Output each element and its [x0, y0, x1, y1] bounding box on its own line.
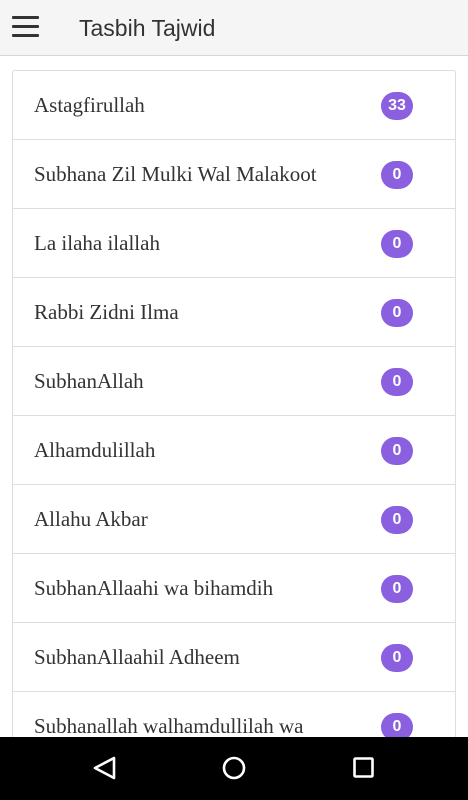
list-item[interactable]: SubhanAllaahil Adheem 0 [13, 623, 455, 692]
list-item[interactable]: La ilaha ilallah 0 [13, 209, 455, 278]
tasbih-label: Subhana Zil Mulki Wal Malakoot [34, 162, 317, 186]
list-item[interactable]: Astagfirullah 33 [13, 71, 455, 140]
tasbih-label: Astagfirullah [34, 93, 145, 117]
tasbih-label: La ilaha ilallah [34, 231, 160, 255]
list-item[interactable]: SubhanAllaahi wa bihamdih 0 [13, 554, 455, 623]
list-item[interactable]: Subhanallah walhamdullilah wa 0 [13, 692, 455, 737]
app-title: Tasbih Tajwid [79, 15, 216, 41]
count-badge: 0 [381, 230, 413, 258]
back-triangle-icon[interactable] [74, 737, 134, 800]
recents-square-icon[interactable] [334, 737, 394, 800]
count-badge: 0 [381, 506, 413, 534]
tasbih-label: SubhanAllah [34, 369, 144, 393]
count-badge: 0 [381, 368, 413, 396]
tasbih-label: SubhanAllaahi wa bihamdih [34, 576, 274, 600]
list-item[interactable]: Allahu Akbar 0 [13, 485, 455, 554]
list-item[interactable]: Subhana Zil Mulki Wal Malakoot 0 [13, 140, 455, 209]
hamburger-menu-icon[interactable] [12, 16, 40, 38]
count-badge: 0 [381, 161, 413, 189]
list-item[interactable]: SubhanAllah 0 [13, 347, 455, 416]
tasbih-label: Alhamdulillah [34, 438, 156, 462]
home-circle-icon[interactable] [204, 737, 264, 800]
content-area: Astagfirullah 33 Subhana Zil Mulki Wal M… [0, 56, 468, 737]
system-nav-bar [0, 737, 468, 800]
count-badge: 0 [381, 437, 413, 465]
app-bar: Tasbih Tajwid [0, 0, 468, 56]
count-badge: 0 [381, 299, 413, 327]
count-badge: 0 [381, 713, 413, 737]
list-item[interactable]: Alhamdulillah 0 [13, 416, 455, 485]
tasbih-label: Rabbi Zidni Ilma [34, 300, 179, 324]
list-item[interactable]: Rabbi Zidni Ilma 0 [13, 278, 455, 347]
tasbih-list: Astagfirullah 33 Subhana Zil Mulki Wal M… [12, 70, 456, 737]
tasbih-label: Allahu Akbar [34, 507, 148, 531]
count-badge: 0 [381, 575, 413, 603]
count-badge: 33 [381, 92, 413, 120]
tasbih-label: SubhanAllaahil Adheem [34, 645, 240, 669]
count-badge: 0 [381, 644, 413, 672]
tasbih-label: Subhanallah walhamdullilah wa [34, 714, 304, 737]
